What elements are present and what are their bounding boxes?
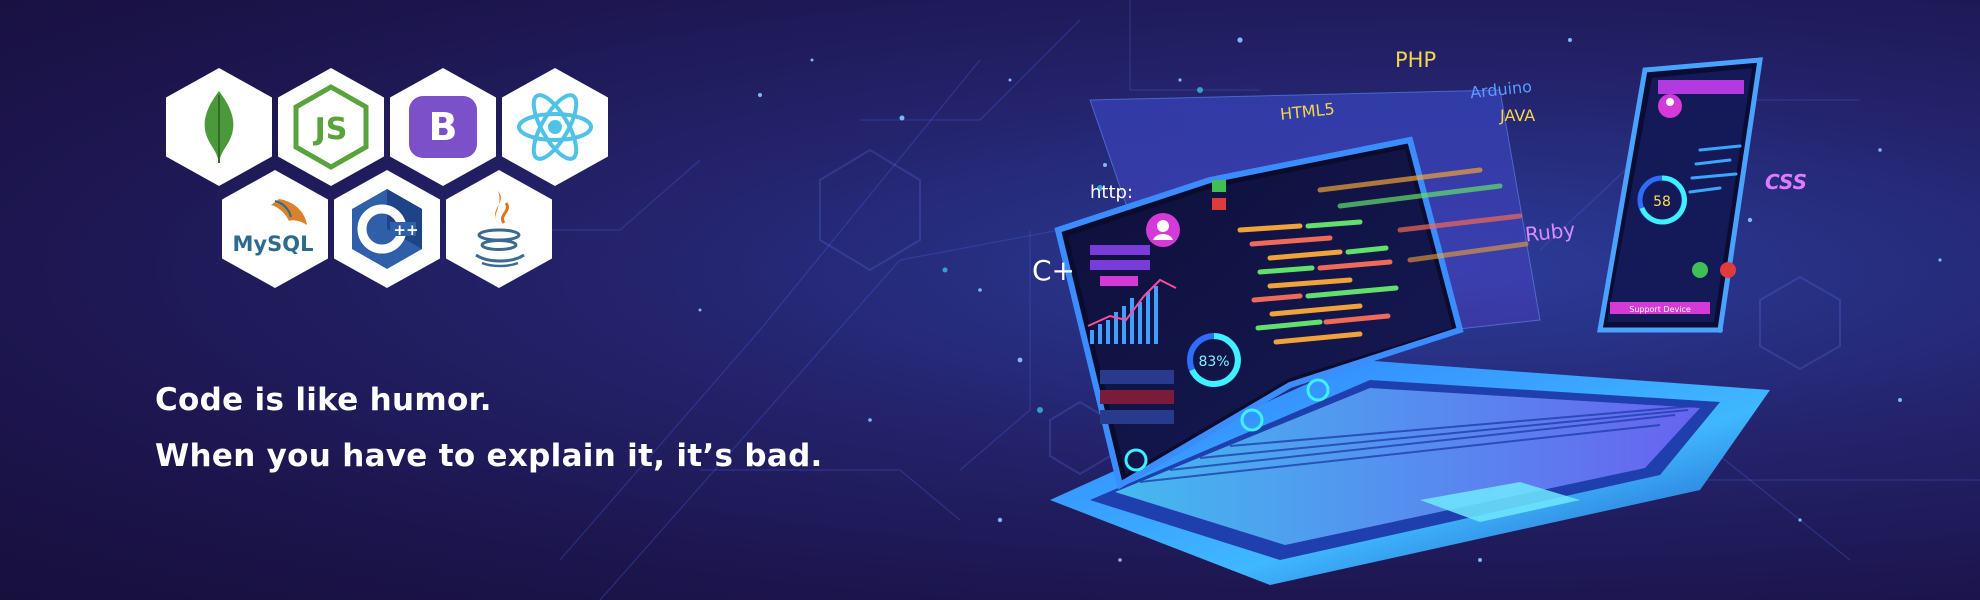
bootstrap-label: B	[429, 105, 458, 149]
check-icon	[1212, 180, 1226, 192]
phone-illustration: 58 Support Device	[1597, 57, 1763, 333]
tech-logo-cluster: JS B MySQL ++	[160, 68, 620, 298]
hero-banner: JS B MySQL ++ Code is like humor. When y…	[0, 0, 1980, 600]
tag-java: JAVA	[1500, 106, 1536, 125]
react-icon	[502, 68, 608, 186]
svg-text:++: ++	[393, 221, 418, 239]
tag-php: PHP	[1395, 48, 1437, 72]
phone-bottom-bar: Support Device	[1629, 305, 1691, 314]
nodejs-icon: JS	[278, 68, 384, 186]
bootstrap-icon: B	[390, 68, 496, 186]
close-icon	[1212, 198, 1226, 210]
tag-cplus: C+	[1032, 254, 1076, 287]
tag-http: http:	[1090, 182, 1134, 203]
mysql-icon: MySQL	[222, 170, 328, 288]
mysql-label: MySQL	[233, 232, 314, 256]
developer-illustration: 83% 58 Support Device PHP HTML5 Arduino …	[940, 30, 1940, 590]
laptop-illustration: 83% 58 Support Device	[1050, 57, 1770, 585]
cplusplus-icon: ++	[334, 170, 440, 288]
phone-gauge-value: 58	[1653, 194, 1671, 210]
quote-line-1: Code is like humor.	[155, 382, 492, 418]
laptop-gauge-value: 83%	[1198, 354, 1229, 370]
tag-css: CSS	[1765, 170, 1808, 194]
mongodb-icon	[166, 68, 272, 186]
quote-block: Code is like humor. When you have to exp…	[155, 372, 823, 484]
quote-line-2: When you have to explain it, it’s bad.	[155, 438, 823, 474]
java-icon	[446, 170, 552, 288]
nodejs-label: JS	[313, 112, 348, 147]
